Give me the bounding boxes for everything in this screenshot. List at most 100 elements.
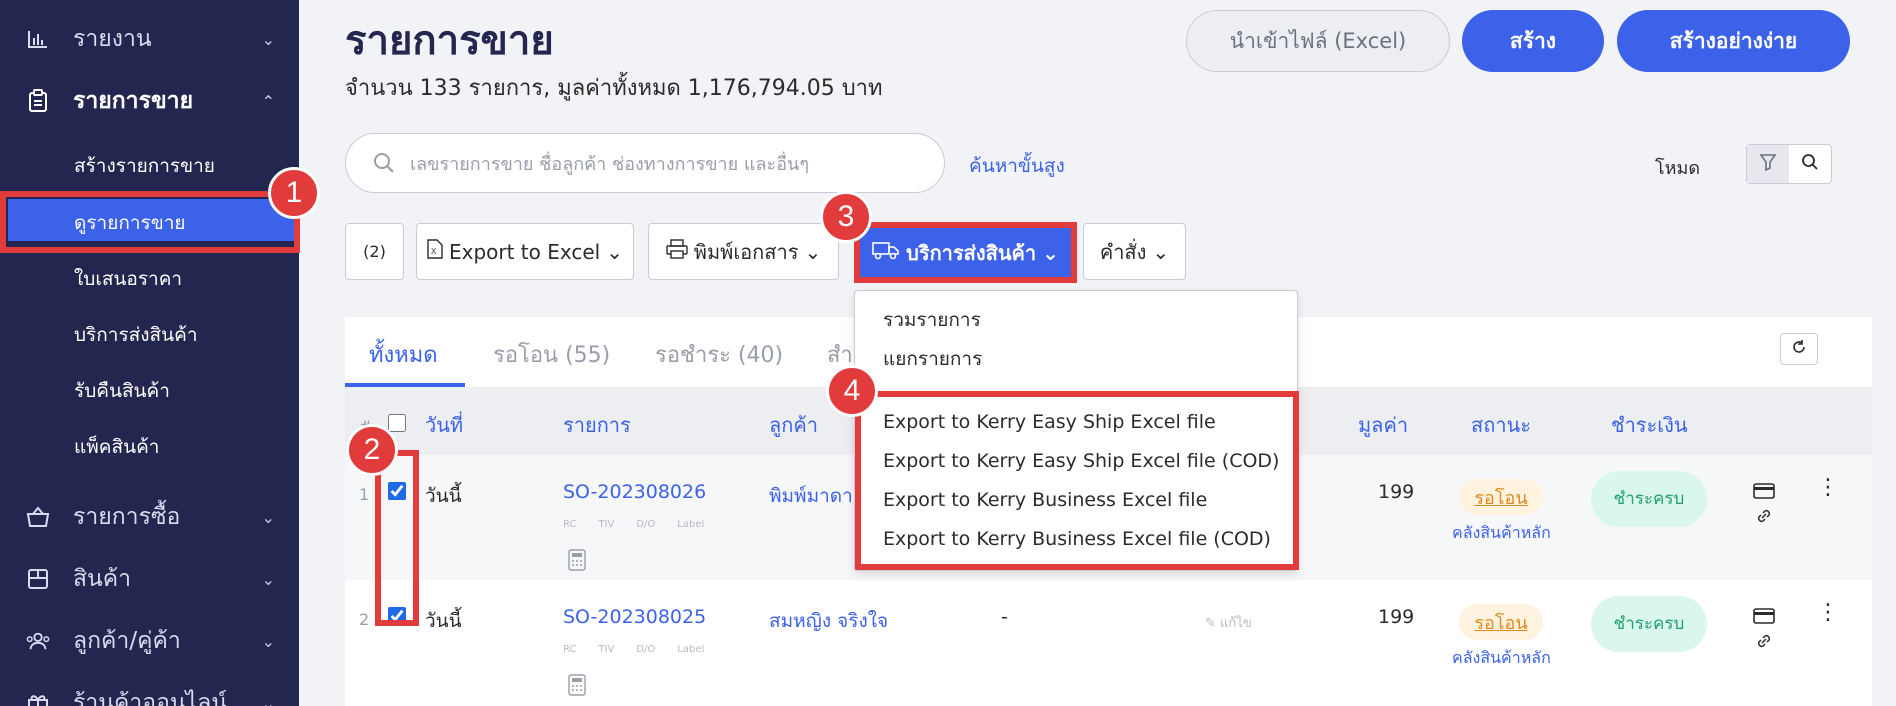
printer-icon [666, 239, 688, 264]
payment-badge: ชำระครบ [1591, 471, 1707, 527]
more-options-icon[interactable]: ⋮ [1817, 475, 1839, 500]
refresh-button[interactable] [1780, 333, 1818, 365]
link-icon[interactable] [1755, 507, 1773, 529]
mode-label: โหมด [1655, 158, 1701, 179]
sidebar-subitem-shipping[interactable]: บริการส่งสินค้า [74, 320, 197, 350]
sidebar-subitem-returns[interactable]: รับคืนสินค้า [74, 376, 170, 406]
edit-link[interactable]: ✎ แก้ไข [1205, 612, 1252, 633]
document-tags: RC TIV D/O Label [563, 519, 704, 530]
basket-icon [26, 505, 50, 529]
tag-rc[interactable]: RC [563, 519, 576, 530]
callout-badge-4: 4 [826, 365, 878, 417]
excel-file-icon: X [427, 239, 443, 264]
status-badge[interactable]: รอโอน [1459, 479, 1543, 515]
tab-all[interactable]: ทั้งหมด [369, 337, 438, 372]
sidebar-subitem-quotation[interactable]: ใบเสนอราคา [74, 264, 182, 294]
tag-rc[interactable]: RC [563, 644, 576, 655]
row-index: 1 [359, 485, 370, 504]
sidebar-subitem-packing[interactable]: แพ็คสินค้า [74, 432, 159, 462]
header-status[interactable]: สถานะ [1471, 409, 1531, 441]
filter-icon [1759, 153, 1777, 175]
highlight-frame-export-options [855, 391, 1299, 570]
tag-tiv[interactable]: TIV [598, 644, 614, 655]
chevron-down-icon: ⌄ [261, 29, 275, 49]
payment-badge: ชำระครบ [1591, 596, 1707, 652]
chevron-down-icon: ⌄ [606, 239, 623, 264]
search-mode-button[interactable] [1789, 145, 1831, 183]
create-simple-button[interactable]: สร้างอย่างง่าย [1617, 10, 1850, 72]
print-documents-button[interactable]: พิมพ์เอกสาร ⌄ [648, 223, 839, 280]
warehouse-link[interactable]: คลังสินค้าหลัก [1452, 646, 1551, 671]
sidebar-item-online-store[interactable]: ร้านค้าออนไลน์ ⌄ [0, 674, 299, 706]
select-all-checkbox[interactable] [388, 414, 406, 432]
header-date[interactable]: วันที่ [425, 409, 463, 441]
row-index: 2 [359, 610, 370, 629]
sidebar-item-products[interactable]: สินค้า ⌄ [0, 550, 299, 608]
tag-label[interactable]: Label [677, 519, 704, 530]
callout-badge-3: 3 [820, 191, 872, 243]
people-icon [26, 629, 50, 653]
search-box [345, 133, 945, 193]
tag-tiv[interactable]: TIV [598, 519, 614, 530]
callout-badge-1: 1 [268, 167, 320, 219]
advanced-search-link[interactable]: ค้นหาขั้นสูง [969, 151, 1065, 181]
header-payment[interactable]: ชำระเงิน [1611, 409, 1688, 441]
selected-count-button[interactable]: (2) [345, 223, 404, 280]
tab-pending-payment[interactable]: รอชำระ (40) [655, 337, 783, 372]
page-title: รายการขาย [345, 18, 554, 64]
sidebar-item-customers[interactable]: ลูกค้า/คู่ค้า ⌄ [0, 612, 299, 670]
sidebar-item-purchases[interactable]: รายการซื้อ ⌄ [0, 488, 299, 546]
svg-text:X: X [431, 247, 437, 256]
box-icon [26, 567, 50, 591]
link-icon[interactable] [1755, 632, 1773, 654]
tag-do[interactable]: D/O [636, 519, 655, 530]
table-row[interactable]: 2 วันนี้ SO-202308025 RC TIV D/O Label ส… [345, 580, 1872, 705]
mode-toggle [1746, 144, 1832, 184]
calculator-icon[interactable] [568, 674, 586, 700]
edit-label: แก้ไข [1220, 616, 1252, 631]
credit-card-icon[interactable] [1753, 483, 1775, 503]
create-button[interactable]: สร้าง [1462, 10, 1604, 72]
import-excel-button[interactable]: นำเข้าไฟล์ (Excel) [1186, 10, 1450, 72]
callout-badge-2: 2 [346, 424, 398, 476]
menu-item-merge[interactable]: รวมรายการ [883, 305, 981, 335]
search-icon [1801, 153, 1819, 175]
search-input[interactable] [410, 148, 930, 180]
menu-item-split[interactable]: แยกรายการ [883, 344, 982, 374]
export-excel-button[interactable]: X Export to Excel ⌄ [416, 223, 634, 280]
sidebar-subitem-create-sale[interactable]: สร้างรายการขาย [74, 151, 215, 181]
status-badge[interactable]: รอโอน [1459, 604, 1543, 640]
header-order[interactable]: รายการ [563, 409, 631, 441]
chevron-down-icon: ⌄ [1152, 239, 1170, 264]
tag-label[interactable]: Label [677, 644, 704, 655]
row-date: วันนี้ [425, 485, 462, 507]
sidebar-item-label: สินค้า [73, 566, 132, 592]
command-button[interactable]: คำสั่ง ⌄ [1083, 223, 1186, 280]
header-amount[interactable]: มูลค่า [1358, 409, 1408, 441]
more-options-icon[interactable]: ⋮ [1817, 600, 1839, 625]
credit-card-icon[interactable] [1753, 608, 1775, 628]
calculator-icon[interactable] [568, 549, 586, 575]
header-customer[interactable]: ลูกค้า [769, 409, 818, 441]
chevron-up-icon: ⌃ [261, 91, 275, 111]
tab-pending-transfer[interactable]: รอโอน (55) [493, 337, 610, 372]
sidebar-item-reports[interactable]: รายงาน ⌄ [0, 10, 299, 68]
sidebar-item-label: รายงาน [73, 26, 152, 52]
customer-link[interactable]: สมหญิง จริงใจ [769, 606, 888, 636]
warehouse-link[interactable]: คลังสินค้าหลัก [1452, 521, 1551, 546]
chevron-down-icon: ⌄ [804, 239, 822, 264]
export-excel-label: Export to Excel [448, 239, 601, 264]
row-amount: 199 [1378, 481, 1415, 503]
filter-mode-button[interactable] [1747, 145, 1789, 183]
shipping-service-button[interactable]: บริการส่งสินค้า ⌄ [854, 222, 1077, 283]
customer-link[interactable]: พิมพ์มาดา [769, 481, 853, 511]
print-documents-label: พิมพ์เอกสาร [693, 239, 799, 264]
highlight-frame-sidebar [0, 191, 300, 253]
truck-icon [872, 240, 900, 265]
sidebar-item-label: รายการขาย [73, 88, 194, 114]
tag-do[interactable]: D/O [636, 644, 655, 655]
order-link[interactable]: SO-202308026 [563, 481, 706, 503]
order-link[interactable]: SO-202308025 [563, 606, 706, 628]
sidebar-item-sales[interactable]: รายการขาย ⌃ [0, 72, 299, 130]
sidebar: รายงาน ⌄ รายการขาย ⌃ สร้างรายการขาย ดูรา… [0, 0, 299, 706]
